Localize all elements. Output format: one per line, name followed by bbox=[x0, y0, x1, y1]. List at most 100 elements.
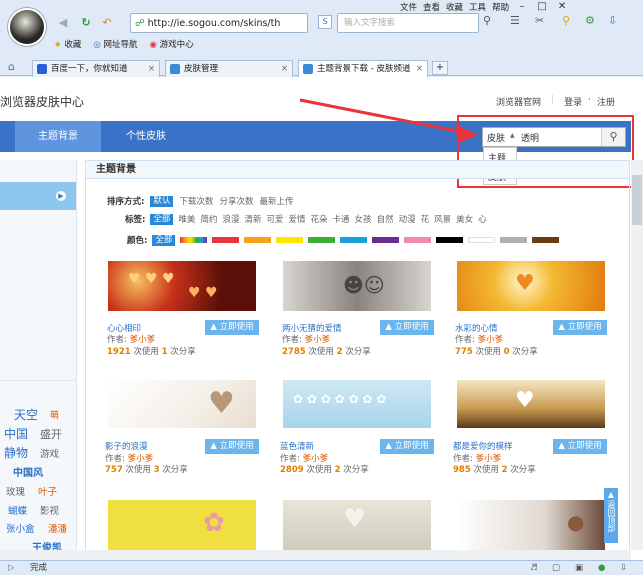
tag-link[interactable]: 萌 bbox=[50, 408, 59, 421]
tag-link[interactable]: 游戏 bbox=[40, 446, 59, 460]
color-swatch[interactable] bbox=[532, 237, 559, 243]
minimize-button[interactable]: – bbox=[515, 1, 529, 13]
new-tab-button[interactable]: + bbox=[432, 61, 448, 75]
tag-link[interactable]: 盛开 bbox=[40, 426, 62, 442]
color-swatch[interactable] bbox=[468, 237, 495, 243]
tag-option[interactable]: 简约 bbox=[200, 213, 217, 225]
tag-option[interactable]: 浪漫 bbox=[222, 213, 239, 225]
tag-link[interactable]: 叶子 bbox=[38, 484, 57, 498]
tag-link[interactable]: 影视 bbox=[40, 503, 59, 517]
tag-option[interactable]: 花 bbox=[421, 213, 430, 225]
theme-title[interactable]: 都是爱你的模样 bbox=[453, 440, 513, 452]
use-now-button[interactable]: ▲ 立即使用 bbox=[380, 320, 434, 335]
tag-link[interactable]: 玫瑰 bbox=[6, 484, 25, 498]
theme-thumbnail[interactable]: ● bbox=[457, 500, 605, 550]
close-tab-icon[interactable]: × bbox=[281, 61, 288, 77]
tag-link[interactable]: 中国风 bbox=[13, 464, 43, 479]
tag-link[interactable]: 蝴蝶 bbox=[8, 503, 27, 517]
user-avatar[interactable] bbox=[8, 8, 46, 46]
maximize-button[interactable]: □ bbox=[535, 1, 549, 13]
close-tab-icon[interactable]: × bbox=[148, 61, 155, 77]
theme-thumbnail[interactable]: ♥ bbox=[283, 500, 431, 550]
tag-option[interactable]: 美女 bbox=[456, 213, 473, 225]
sort-option[interactable]: 下载次数 bbox=[179, 195, 213, 207]
tools-icon[interactable]: ⚙ bbox=[585, 14, 595, 27]
screen-icon[interactable]: ▣ bbox=[575, 561, 583, 575]
color-swatch[interactable] bbox=[308, 237, 335, 243]
theme-title[interactable]: 蓝色清新 bbox=[280, 440, 314, 452]
menu-favorites[interactable]: 收藏 bbox=[446, 1, 463, 14]
browser-search-input[interactable]: 输入文字搜索 bbox=[337, 13, 479, 33]
theme-thumbnail[interactable]: ♥ bbox=[457, 261, 605, 311]
official-site-link[interactable]: 浏览器官网 bbox=[496, 95, 541, 108]
menu-tools[interactable]: 工具 bbox=[469, 1, 486, 14]
theme-thumbnail[interactable]: ✿ ✿ ✿ ✿ ✿ ✿ ✿ bbox=[283, 380, 431, 428]
login-link[interactable]: 登录 bbox=[564, 95, 582, 108]
color-swatch[interactable] bbox=[372, 237, 399, 243]
use-now-button[interactable]: ▲ 立即使用 bbox=[205, 439, 259, 454]
sidebar-toggle-icon[interactable]: ▷ bbox=[8, 561, 15, 575]
tag-link[interactable]: 中国 bbox=[4, 425, 28, 442]
tag-option[interactable]: 唯美 bbox=[178, 213, 195, 225]
horizontal-scrollbar[interactable] bbox=[0, 550, 631, 560]
window-icon[interactable]: ▢ bbox=[552, 561, 560, 575]
color-swatch[interactable] bbox=[276, 237, 303, 243]
tab-theme-background[interactable]: 主题背景 bbox=[15, 121, 101, 152]
sort-option[interactable]: 最新上传 bbox=[259, 195, 293, 207]
download-icon[interactable]: ⇩ bbox=[608, 14, 617, 27]
browser-tab-active[interactable]: 主题背景下载 - 皮肤频道× bbox=[298, 60, 428, 77]
tag-option[interactable]: 心 bbox=[478, 213, 487, 225]
theme-title[interactable]: 影子的浪漫 bbox=[105, 440, 148, 452]
search-engine-icon[interactable]: S bbox=[318, 15, 332, 29]
tag-option[interactable]: 花朵 bbox=[311, 213, 328, 225]
home-icon[interactable]: ⌂ bbox=[8, 60, 15, 73]
tag-option[interactable]: 动漫 bbox=[399, 213, 416, 225]
tag-link[interactable]: 天空 bbox=[14, 406, 38, 423]
menu-icon[interactable]: ☰ bbox=[510, 14, 520, 27]
key-icon[interactable]: ⚲ bbox=[562, 14, 570, 27]
tag-option[interactable]: 卡通 bbox=[333, 213, 350, 225]
menu-view[interactable]: 查看 bbox=[423, 1, 440, 14]
browser-tab[interactable]: 百度一下，你就知道× bbox=[32, 60, 160, 77]
menu-file[interactable]: 文件 bbox=[400, 1, 417, 14]
speed-icon[interactable]: ● bbox=[598, 561, 605, 575]
theme-thumbnail[interactable]: ♥ ♥ ♥♥ ♥ bbox=[108, 261, 256, 311]
tag-option-active[interactable]: 全部 bbox=[150, 214, 173, 225]
color-swatch[interactable] bbox=[244, 237, 271, 243]
back-arrow-icon[interactable]: ◀ bbox=[55, 15, 71, 31]
tab-personal-skin[interactable]: 个性皮肤 bbox=[106, 121, 186, 152]
theme-thumbnail[interactable]: ♥ bbox=[457, 380, 605, 428]
theme-thumbnail[interactable]: ♥ bbox=[108, 380, 256, 428]
tag-option[interactable]: 风景 bbox=[434, 213, 451, 225]
volume-icon[interactable]: ♬ bbox=[530, 561, 538, 575]
favorite-item[interactable]: ◎ 网址导航 bbox=[93, 38, 137, 50]
tag-option[interactable]: 可爱 bbox=[266, 213, 283, 225]
use-now-button[interactable]: ▲ 立即使用 bbox=[380, 439, 434, 454]
scrollbar-thumb[interactable] bbox=[632, 175, 642, 225]
menu-help[interactable]: 帮助 bbox=[492, 1, 509, 14]
undo-icon[interactable]: ↶ bbox=[99, 15, 115, 31]
address-bar[interactable]: ☍http://ie.sogou.com/skins/th bbox=[130, 13, 308, 33]
color-swatch[interactable] bbox=[500, 237, 527, 243]
refresh-icon[interactable]: ↻ bbox=[78, 15, 94, 31]
scissors-icon[interactable]: ✂ bbox=[535, 14, 544, 27]
sort-option[interactable]: 分享次数 bbox=[219, 195, 253, 207]
color-swatch[interactable] bbox=[404, 237, 431, 243]
close-tab-icon[interactable]: × bbox=[416, 61, 423, 77]
tag-link[interactable]: 静物 bbox=[4, 444, 28, 461]
favorite-item[interactable]: ★ 收藏 bbox=[54, 38, 81, 50]
favorite-item[interactable]: ◉ 游戏中心 bbox=[149, 38, 193, 50]
tag-link[interactable]: 潘潘 bbox=[48, 521, 67, 535]
chevron-right-icon[interactable]: ▶ bbox=[56, 191, 66, 201]
search-icon[interactable]: ⚲ bbox=[483, 14, 491, 27]
color-swatch[interactable] bbox=[212, 237, 239, 243]
download-icon[interactable]: ⇩ bbox=[620, 561, 627, 575]
tag-option[interactable]: 女孩 bbox=[355, 213, 372, 225]
use-now-button[interactable]: ▲ 立即使用 bbox=[553, 439, 607, 454]
sort-option-active[interactable]: 默认 bbox=[150, 196, 173, 207]
register-link[interactable]: 注册 bbox=[597, 95, 615, 108]
color-swatch[interactable] bbox=[340, 237, 367, 243]
back-to-top-button[interactable]: ▲返回顶部 bbox=[604, 488, 618, 543]
theme-thumbnail[interactable]: ✿ bbox=[108, 500, 256, 550]
theme-thumbnail[interactable]: ☻☺ bbox=[283, 261, 431, 311]
